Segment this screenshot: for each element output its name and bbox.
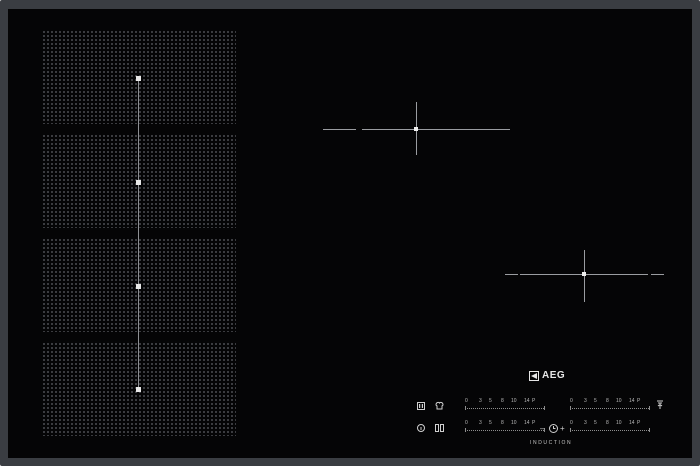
scale-label: 14 [524, 398, 530, 404]
bridge-icon[interactable] [435, 424, 444, 434]
scale-label: 10 [511, 398, 517, 404]
scale-ticks [570, 406, 650, 410]
scale-label: 0 [465, 398, 468, 404]
scale-label: 10 [616, 398, 622, 404]
timer-icon[interactable] [549, 424, 558, 435]
scale-label: 0 [570, 398, 573, 404]
power-slider-rear-left[interactable]: 0 3 5 8 10 14 P [465, 420, 545, 432]
aeg-mark-icon [529, 371, 539, 381]
zone-marker [136, 76, 141, 81]
scale-label: 8 [606, 420, 609, 426]
scale-labels: 0 3 5 8 10 14 P [465, 398, 545, 404]
timer-minus-button[interactable]: – [540, 425, 544, 433]
scale-label: 8 [501, 420, 504, 426]
scale-label: P [532, 398, 536, 404]
cooking-zone-1-center[interactable] [414, 127, 418, 131]
scale-labels: 0 3 5 8 10 14 P [570, 398, 650, 404]
brand-name: AEG [542, 370, 566, 381]
scale-label: 0 [465, 420, 468, 426]
cooking-zone-2-line [651, 274, 664, 275]
scale-label: 14 [629, 420, 635, 426]
scale-label: 3 [584, 398, 587, 404]
cooking-zone-1-line [362, 129, 510, 130]
scale-labels: 0 3 5 8 10 14 P [570, 420, 650, 426]
scale-ticks [465, 428, 545, 432]
scale-label: 14 [524, 420, 530, 426]
power-slider-front-right[interactable]: 0 3 5 8 10 14 P [570, 398, 650, 410]
scale-label: P [532, 420, 536, 426]
brand-logo: AEG [529, 371, 565, 381]
scale-label: 5 [489, 420, 492, 426]
timer-plus-button[interactable]: + [560, 425, 565, 433]
power-slider-front-left[interactable]: 0 3 5 8 10 14 P [465, 398, 545, 410]
induction-label: INDUCTION [530, 440, 573, 446]
scale-label: 10 [616, 420, 622, 426]
flex-zone-divider [138, 76, 139, 388]
cooking-zone-2-line [505, 274, 518, 275]
scale-label: 5 [594, 420, 597, 426]
scale-label: 3 [584, 420, 587, 426]
scale-label: 8 [606, 398, 609, 404]
cooking-zone-1-line [323, 129, 356, 130]
scale-label: 5 [594, 398, 597, 404]
scale-label: 8 [501, 398, 504, 404]
scale-ticks [465, 406, 545, 410]
scale-ticks [570, 428, 650, 432]
scale-label: 0 [570, 420, 573, 426]
info-icon[interactable] [417, 424, 425, 434]
cooking-zone-2-line [584, 250, 585, 302]
scale-label: 5 [489, 398, 492, 404]
pause-icon[interactable] [417, 402, 425, 412]
scale-label: 3 [479, 398, 482, 404]
scale-labels: 0 3 5 8 10 14 P [465, 420, 545, 426]
scale-label: P [637, 420, 641, 426]
cooking-zone-2-center[interactable] [582, 272, 586, 276]
scale-label: 3 [479, 420, 482, 426]
chef-hat-icon[interactable] [435, 401, 444, 412]
zone-marker [136, 284, 141, 289]
hob2hood-icon[interactable] [656, 400, 664, 412]
scale-label: P [637, 398, 641, 404]
zone-marker [136, 387, 141, 392]
scale-label: 10 [511, 420, 517, 426]
zone-marker [136, 180, 141, 185]
scale-label: 14 [629, 398, 635, 404]
power-slider-rear-right[interactable]: 0 3 5 8 10 14 P [570, 420, 650, 432]
